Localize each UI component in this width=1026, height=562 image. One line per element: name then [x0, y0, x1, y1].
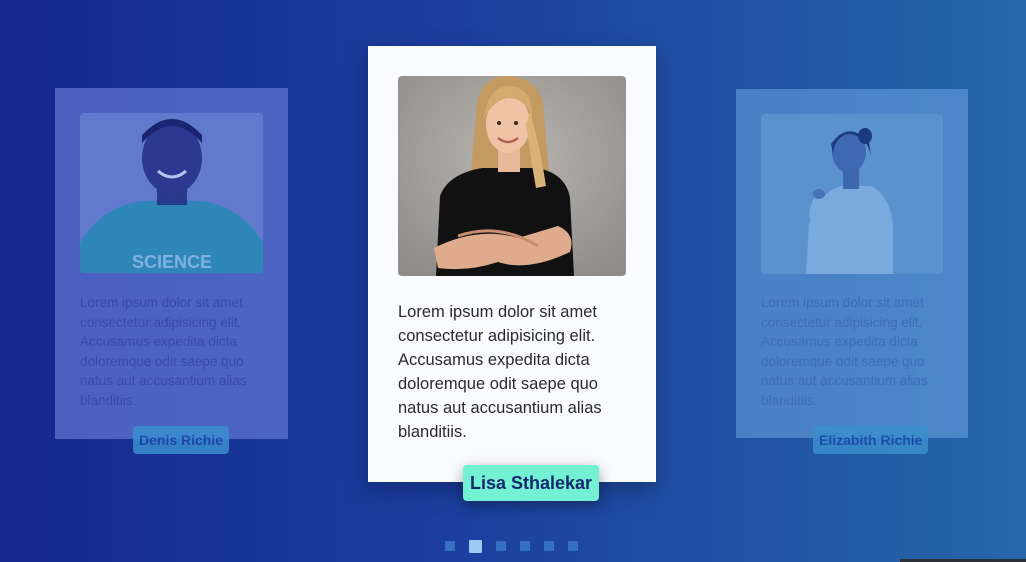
name-tag-lisa: Lisa Sthalekar	[463, 465, 600, 501]
testimonial-text: Lorem ipsum dolor sit amet consectetur a…	[398, 303, 602, 441]
testimonial-card-right[interactable]: Lorem ipsum dolor sit amet consectetur a…	[736, 89, 968, 438]
pagination-dot-2[interactable]	[469, 540, 482, 553]
testimonial-text: Lorem ipsum dolor sit amet consectetur a…	[761, 295, 928, 408]
shirt-text: SCIENCE	[132, 252, 212, 272]
pagination-dot-4[interactable]	[520, 541, 530, 551]
portrait-photo-lisa	[398, 76, 626, 276]
pagination-dot-3[interactable]	[496, 541, 506, 551]
testimonial-text: Lorem ipsum dolor sit amet consectetur a…	[80, 295, 247, 408]
testimonial-card-left[interactable]: SCIENCE Lorem ipsum dolor sit amet conse…	[55, 88, 288, 439]
pagination-dot-5[interactable]	[544, 541, 554, 551]
name-tag-denis: Denis Richie	[133, 426, 230, 454]
portrait-photo-elizabith	[761, 114, 943, 274]
testimonial-card-active[interactable]: Lorem ipsum dolor sit amet consectetur a…	[368, 46, 656, 482]
name-tag-elizabith: Elizabith Richie	[813, 426, 929, 454]
pagination-dot-6[interactable]	[568, 541, 578, 551]
portrait-photo-denis: SCIENCE	[80, 113, 263, 273]
pagination-dot-1[interactable]	[445, 541, 455, 551]
